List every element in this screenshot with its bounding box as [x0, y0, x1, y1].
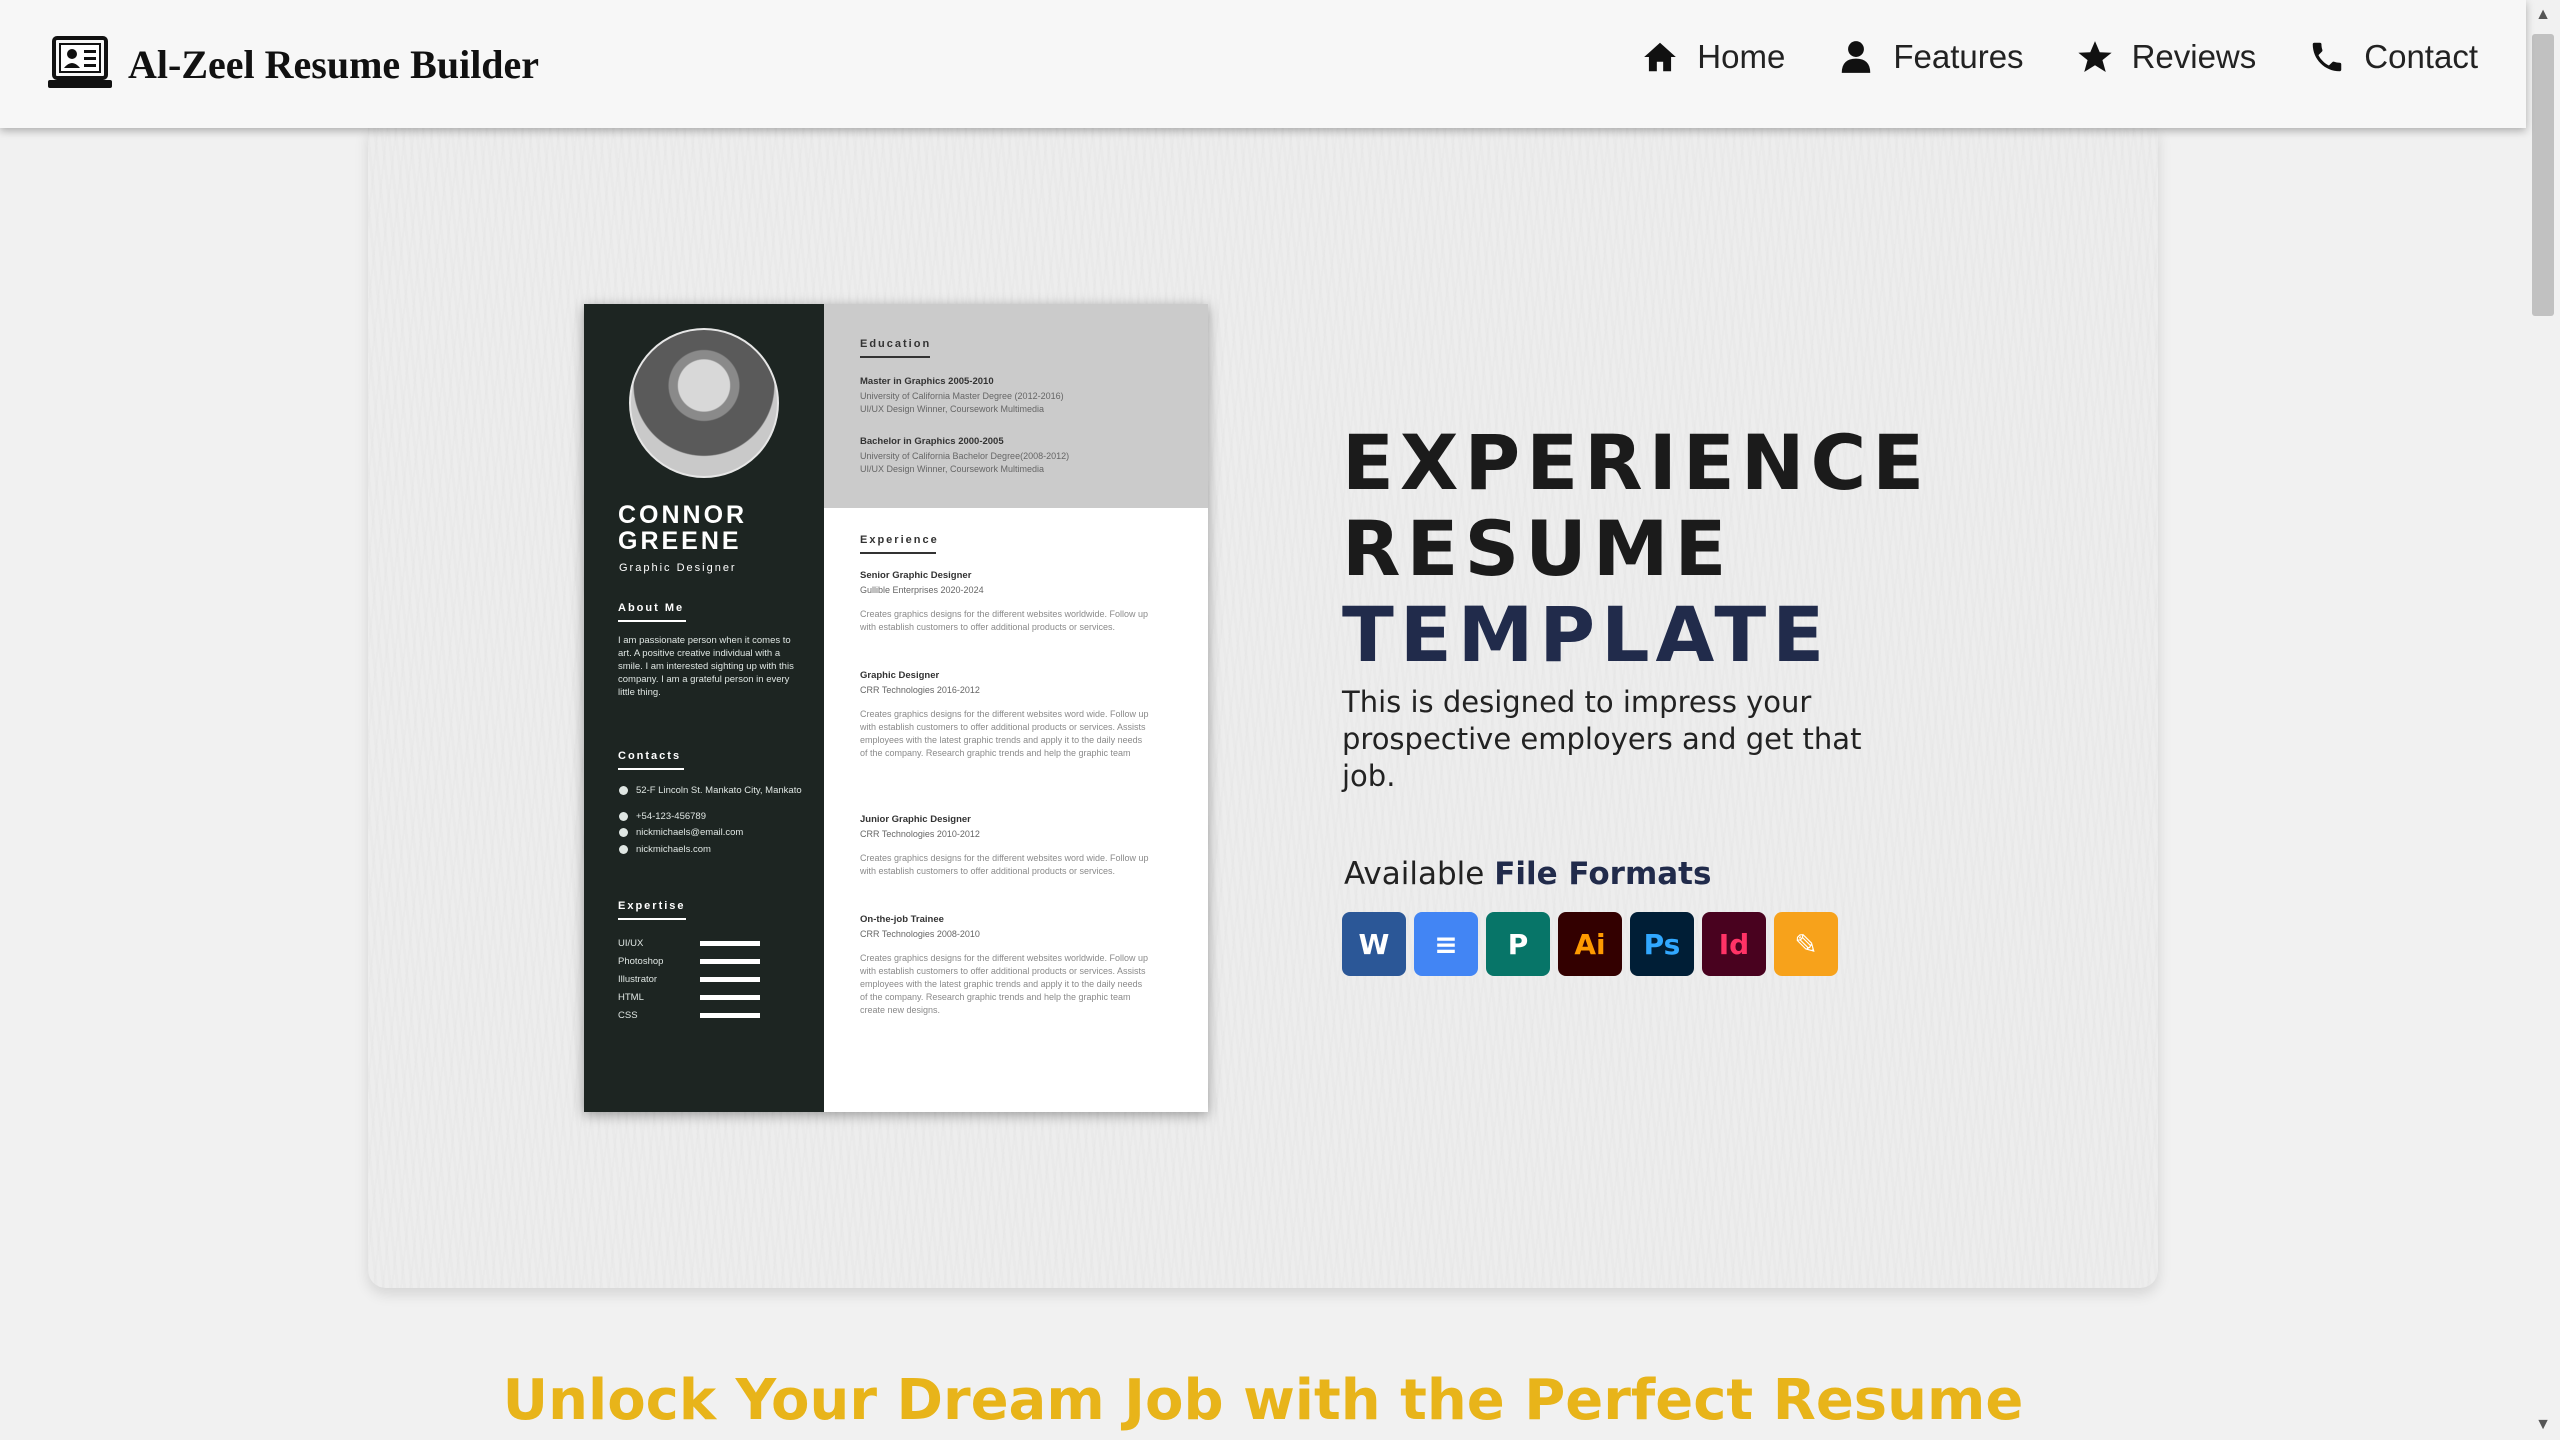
skill-bar: [700, 941, 760, 946]
experience-heading: Experience: [860, 534, 939, 546]
phone-icon: [2313, 42, 2342, 72]
nav-reviews[interactable]: Reviews: [2076, 38, 2257, 76]
globe-icon: [619, 845, 628, 854]
job-title: Junior Graphic Designer: [860, 814, 971, 825]
education-line: University of California Bachelor Degree…: [860, 451, 1070, 461]
divider: [618, 620, 686, 622]
contact-phone: +54-123-456789: [636, 811, 706, 822]
file-formats-strong: File Formats: [1494, 856, 1712, 892]
nav-features-label: Features: [1893, 38, 2024, 75]
star-icon: [2077, 41, 2112, 73]
main-nav: Home Features Reviews Contact: [1589, 38, 2478, 76]
hero-subtitle: This is designed to impress your prospec…: [1342, 685, 1862, 793]
publisher-icon: P: [1486, 912, 1550, 976]
brand-name: Al-Zeel Resume Builder: [128, 41, 540, 87]
brand[interactable]: Al-Zeel Resume Builder: [48, 34, 539, 94]
skill-label: Illustrator: [618, 974, 658, 985]
nav-features[interactable]: Features: [1837, 38, 2024, 76]
hero-title-line: RESUME: [1342, 504, 1733, 593]
divider: [618, 918, 686, 920]
education-line: University of California Master Degree (…: [860, 391, 1064, 401]
contact-website: nickmichaels.com: [636, 844, 711, 855]
job-description: Creates graphics designs for the differe…: [860, 609, 1148, 632]
file-formats-label: Available File Formats: [1344, 856, 1711, 892]
resume-name: CONNOR GREENE: [618, 501, 748, 555]
navbar: Al-Zeel Resume Builder Home Features Rev…: [0, 0, 2526, 128]
home-icon: [1644, 42, 1677, 72]
phone-small-icon: [619, 812, 628, 821]
scroll-up-arrow-icon[interactable]: ▲: [2526, 0, 2560, 30]
divider: [618, 768, 684, 770]
hero-banner: CONNOR GREENE Graphic Designer About Me …: [368, 128, 2158, 1288]
skill-bar: [700, 977, 760, 982]
skill-bar: [700, 1013, 760, 1018]
expertise-heading: Expertise: [618, 900, 686, 912]
pages-icon: ✎: [1774, 912, 1838, 976]
job-description: Creates graphics designs for the differe…: [860, 853, 1149, 876]
skill-label: UI/UX: [618, 938, 644, 949]
job-title: On-the-job Trainee: [860, 914, 944, 925]
about-heading: About Me: [618, 602, 685, 614]
resume-template-preview[interactable]: CONNOR GREENE Graphic Designer About Me …: [584, 304, 1208, 1112]
resume-role: Graphic Designer: [619, 562, 737, 574]
education-title: Master in Graphics 2005-2010: [860, 376, 994, 387]
photoshop-icon: Ps: [1630, 912, 1694, 976]
google-docs-icon: ≡: [1414, 912, 1478, 976]
education-title: Bachelor in Graphics 2000-2005: [860, 436, 1004, 447]
education-line: UI/UX Design Winner, Coursework Multimed…: [860, 464, 1045, 474]
indesign-icon: Id: [1702, 912, 1766, 976]
nav-reviews-label: Reviews: [2131, 38, 2257, 75]
nav-contact-label: Contact: [2364, 38, 2478, 75]
job-company: CRR Technologies 2008-2010: [860, 929, 980, 939]
about-text: I am passionate person when it comes to …: [618, 635, 794, 698]
job-company: CRR Technologies 2010-2012: [860, 829, 980, 839]
laptop-profile-logo-icon: [48, 36, 112, 88]
divider: [860, 552, 936, 554]
job-company: Gullible Enterprises 2020-2024: [860, 585, 984, 595]
job-title: Senior Graphic Designer: [860, 570, 972, 581]
word-icon: W: [1342, 912, 1406, 976]
skill-bar: [700, 959, 760, 964]
skill-label: Photoshop: [618, 956, 664, 967]
education-section: Education Master in Graphics 2005-2010 U…: [824, 304, 1208, 508]
skill-label: HTML: [618, 992, 644, 1003]
education-heading: Education: [860, 338, 932, 350]
education-line: UI/UX Design Winner, Coursework Multimed…: [860, 404, 1045, 414]
profile-photo: [629, 328, 779, 478]
job-description: Creates graphics designs for the differe…: [860, 709, 1149, 758]
nav-home-label: Home: [1697, 38, 1786, 75]
page-scrollbar[interactable]: ▲ ▼: [2526, 0, 2560, 1440]
location-icon: [619, 786, 628, 795]
user-icon: [1842, 41, 1871, 73]
divider: [860, 356, 930, 358]
nav-contact[interactable]: Contact: [2308, 38, 2478, 76]
job-title: Graphic Designer: [860, 670, 940, 681]
resume-sidebar: CONNOR GREENE Graphic Designer About Me …: [584, 304, 824, 1112]
nav-home[interactable]: Home: [1641, 38, 1785, 76]
illustrator-icon: Ai: [1558, 912, 1622, 976]
hero-title-line: TEMPLATE: [1342, 590, 1831, 679]
scrollbar-thumb[interactable]: [2532, 34, 2554, 316]
section-heading: Unlock Your Dream Job with the Perfect R…: [502, 1368, 2024, 1433]
skill-bar: [700, 995, 760, 1000]
file-formats-prefix: Available: [1344, 856, 1485, 892]
job-description: Creates graphics designs for the differe…: [860, 953, 1148, 1015]
job-company: CRR Technologies 2016-2012: [860, 685, 980, 695]
hero-title: EXPERIENCE RESUME TEMPLATE: [1342, 420, 1930, 678]
skill-label: CSS: [618, 1010, 638, 1021]
contacts-heading: Contacts: [618, 750, 682, 762]
file-format-icons: W ≡ P Ai Ps Id ✎: [1342, 912, 1846, 976]
email-icon: [619, 828, 628, 837]
scroll-down-arrow-icon[interactable]: ▼: [2526, 1410, 2560, 1440]
contact-address: 52-F Lincoln St. Mankato City, Mankato: [636, 785, 802, 796]
hero-title-line: EXPERIENCE: [1342, 418, 1931, 507]
contact-email: nickmichaels@email.com: [636, 827, 744, 838]
